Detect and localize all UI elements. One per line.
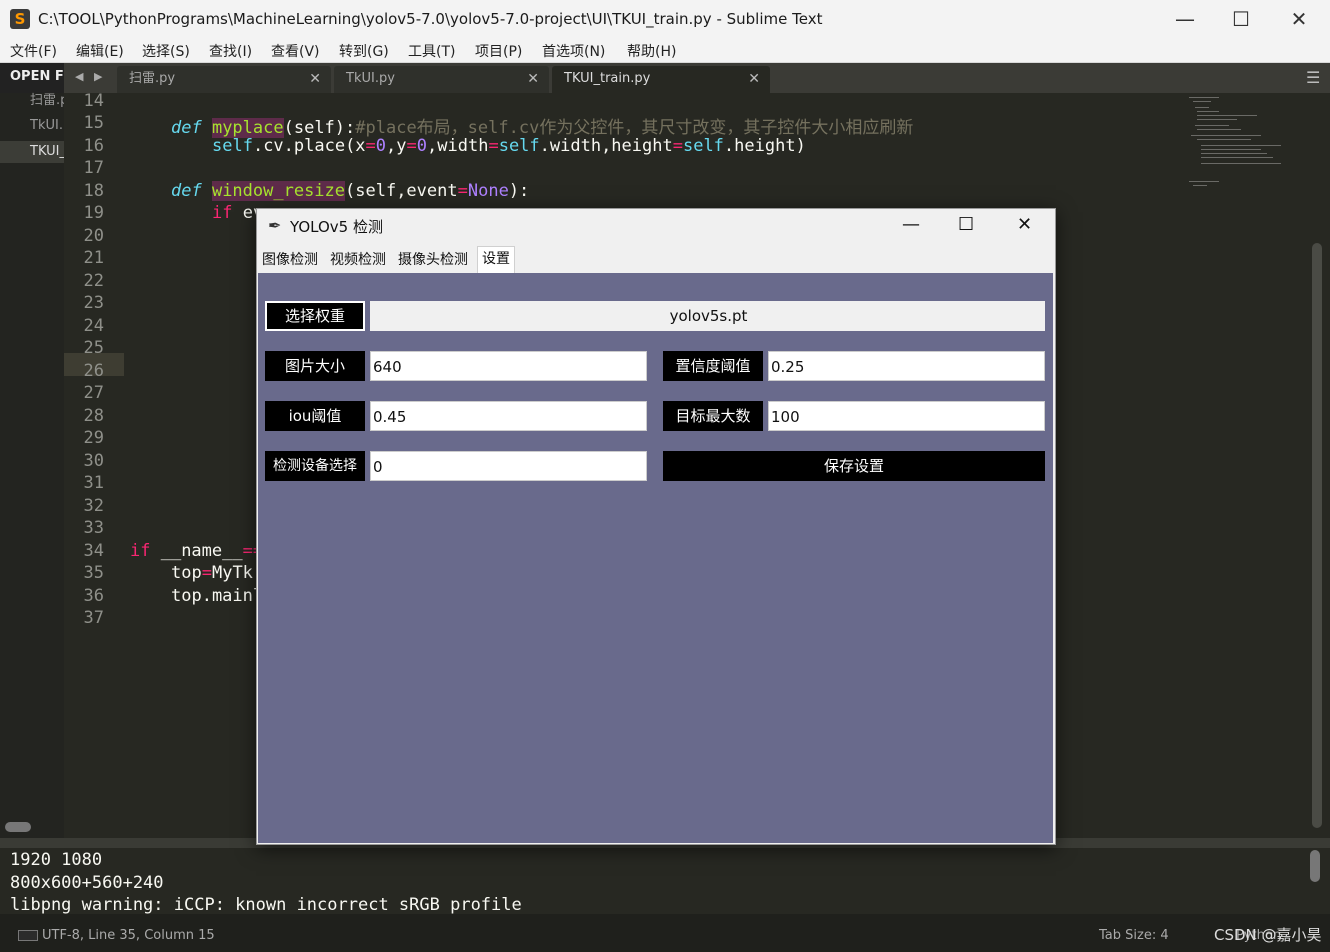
tab-label: 扫雷.py — [129, 71, 176, 86]
menu-project[interactable]: 项目(P) — [475, 41, 522, 61]
menu-file[interactable]: 文件(F) — [10, 41, 57, 61]
line-number: 25 — [83, 338, 104, 358]
console-line: 1920 1080 — [10, 850, 103, 870]
console-line: 800x600+560+240 — [10, 873, 164, 893]
img-size-input[interactable]: 640 — [370, 351, 647, 381]
tab-close-icon[interactable]: ✕ — [748, 66, 760, 92]
tab-video-detect[interactable]: 视频检测 — [330, 248, 386, 272]
line-number: 17 — [83, 158, 104, 178]
max-det-label: 目标最大数 — [663, 401, 763, 431]
tab-label: TKUI_train.py — [564, 71, 651, 86]
window-title: C:\TOOL\PythonPrograms\MachineLearning\y… — [38, 10, 823, 28]
line-number: 30 — [83, 451, 104, 471]
line-number: 18 — [83, 181, 104, 201]
status-bar: UTF-8, Line 35, Column 15 Tab Size: 4 Py… — [0, 914, 1330, 952]
line-number: 33 — [83, 518, 104, 538]
tab-label: TkUI.py — [346, 71, 395, 86]
max-det-input[interactable]: 100 — [768, 401, 1045, 431]
line-number: 15 — [83, 113, 104, 133]
line-number: 22 — [83, 271, 104, 291]
menu-preferences[interactable]: 首选项(N) — [542, 41, 605, 61]
line-number: 14 — [83, 91, 104, 111]
tab-close-icon[interactable]: ✕ — [527, 66, 539, 92]
menu-view[interactable]: 查看(V) — [271, 41, 320, 61]
tab-saolei[interactable]: 扫雷.py ✕ — [117, 66, 331, 93]
code-line-35: top=MyTk — [171, 563, 253, 583]
tab-image-detect[interactable]: 图像检测 — [262, 248, 318, 272]
menu-goto[interactable]: 转到(G) — [339, 41, 389, 61]
device-label: 检测设备选择 — [265, 451, 365, 481]
line-number: 23 — [83, 293, 104, 313]
menu-edit[interactable]: 编辑(E) — [76, 41, 124, 61]
console-scrollbar[interactable] — [1310, 850, 1320, 882]
line-number: 31 — [83, 473, 104, 493]
tab-camera-detect[interactable]: 摄像头检测 — [398, 248, 468, 272]
tk-close-button[interactable]: ✕ — [1017, 214, 1032, 235]
sublime-icon: S — [10, 9, 30, 29]
line-number: 28 — [83, 406, 104, 426]
conf-threshold-label: 置信度阈值 — [663, 351, 763, 381]
console-panel: 1920 1080 800x600+560+240 libpng warning… — [0, 838, 1330, 915]
menu-selection[interactable]: 选择(S) — [142, 41, 190, 61]
editor-scrollbar[interactable] — [1312, 243, 1322, 828]
save-settings-button[interactable]: 保存设置 — [663, 451, 1045, 481]
weight-file-field: yolov5s.pt — [370, 301, 1045, 331]
sidebar — [0, 93, 65, 838]
line-number: 16 — [83, 136, 104, 156]
line-number: 35 — [83, 563, 104, 583]
sidebar-file-tkui[interactable]: TkUI.p — [0, 115, 64, 137]
menu-find[interactable]: 查找(I) — [209, 41, 252, 61]
conf-threshold-input[interactable]: 0.25 — [768, 351, 1045, 381]
line-number: 32 — [83, 496, 104, 516]
line-number: 36 — [83, 586, 104, 606]
menu-help[interactable]: 帮助(H) — [627, 41, 676, 61]
line-number: 34 — [83, 541, 104, 561]
iou-threshold-input[interactable]: 0.45 — [370, 401, 647, 431]
select-weight-button[interactable]: 选择权重 — [265, 301, 365, 331]
code-line-16: self.cv.place(x=0,y=0,width=self.width,h… — [212, 136, 806, 156]
sidebar-file-tkui-train[interactable]: TKUI_ — [0, 141, 64, 163]
console-line: libpng warning: iCCP: known incorrect sR… — [10, 895, 522, 915]
title-bar: S C:\TOOL\PythonPrograms\MachineLearning… — [0, 0, 1330, 38]
tab-tkui-train[interactable]: TKUI_train.py ✕ — [552, 66, 770, 93]
tk-minimize-button[interactable]: — — [902, 214, 920, 235]
tab-forward-icon[interactable]: ▶ — [94, 70, 102, 83]
line-number: 19 — [83, 203, 104, 223]
code-line-15: def myplace(self):#place布局，self.cv作为父控件，… — [171, 118, 914, 138]
status-encoding-position[interactable]: UTF-8, Line 35, Column 15 — [42, 928, 215, 943]
line-number: 29 — [83, 428, 104, 448]
status-tab-size[interactable]: Tab Size: 4 — [1099, 928, 1169, 943]
minimap[interactable] — [1185, 95, 1285, 195]
tk-maximize-button[interactable]: ☐ — [958, 214, 974, 235]
tab-close-icon[interactable]: ✕ — [309, 66, 321, 92]
yolo-window-title: YOLOv5 检测 — [290, 218, 383, 236]
menu-bar: 文件(F) 编辑(E) 选择(S) 查找(I) 查看(V) 转到(G) 工具(T… — [0, 38, 1330, 63]
sidebar-scrollbar[interactable] — [5, 822, 31, 832]
device-input[interactable]: 0 — [370, 451, 647, 481]
line-number: 37 — [83, 608, 104, 628]
sidebar-file-saolei[interactable]: 扫雷.p — [0, 90, 64, 112]
line-number: 27 — [83, 383, 104, 403]
code-line-36: top.mainl — [171, 586, 264, 606]
minimize-button[interactable]: — — [1156, 0, 1214, 38]
close-button[interactable]: ✕ — [1270, 0, 1328, 38]
line-number: 24 — [83, 316, 104, 336]
line-number: 26 — [83, 361, 104, 381]
tab-back-icon[interactable]: ◀ — [75, 70, 83, 83]
code-line-34: if __name__== — [130, 541, 264, 561]
tab-menu-icon[interactable]: ☰ — [1306, 68, 1320, 87]
line-number: 20 — [83, 226, 104, 246]
code-line-18: def window_resize(self,event=None): — [171, 181, 530, 201]
panel-toggle-icon[interactable] — [18, 930, 38, 941]
iou-threshold-label: iou阈值 — [265, 401, 365, 431]
tab-tkui[interactable]: TkUI.py ✕ — [334, 66, 549, 93]
line-number: 21 — [83, 248, 104, 268]
watermark: CSDN @嘉小昊 — [1214, 926, 1322, 944]
img-size-label: 图片大小 — [265, 351, 365, 381]
feather-icon: ✒ — [268, 216, 282, 235]
menu-tools[interactable]: 工具(T) — [408, 41, 455, 61]
maximize-button[interactable]: ☐ — [1212, 0, 1270, 38]
tab-settings[interactable]: 设置 — [477, 246, 515, 273]
open-files-header: OPEN FI — [0, 63, 64, 93]
